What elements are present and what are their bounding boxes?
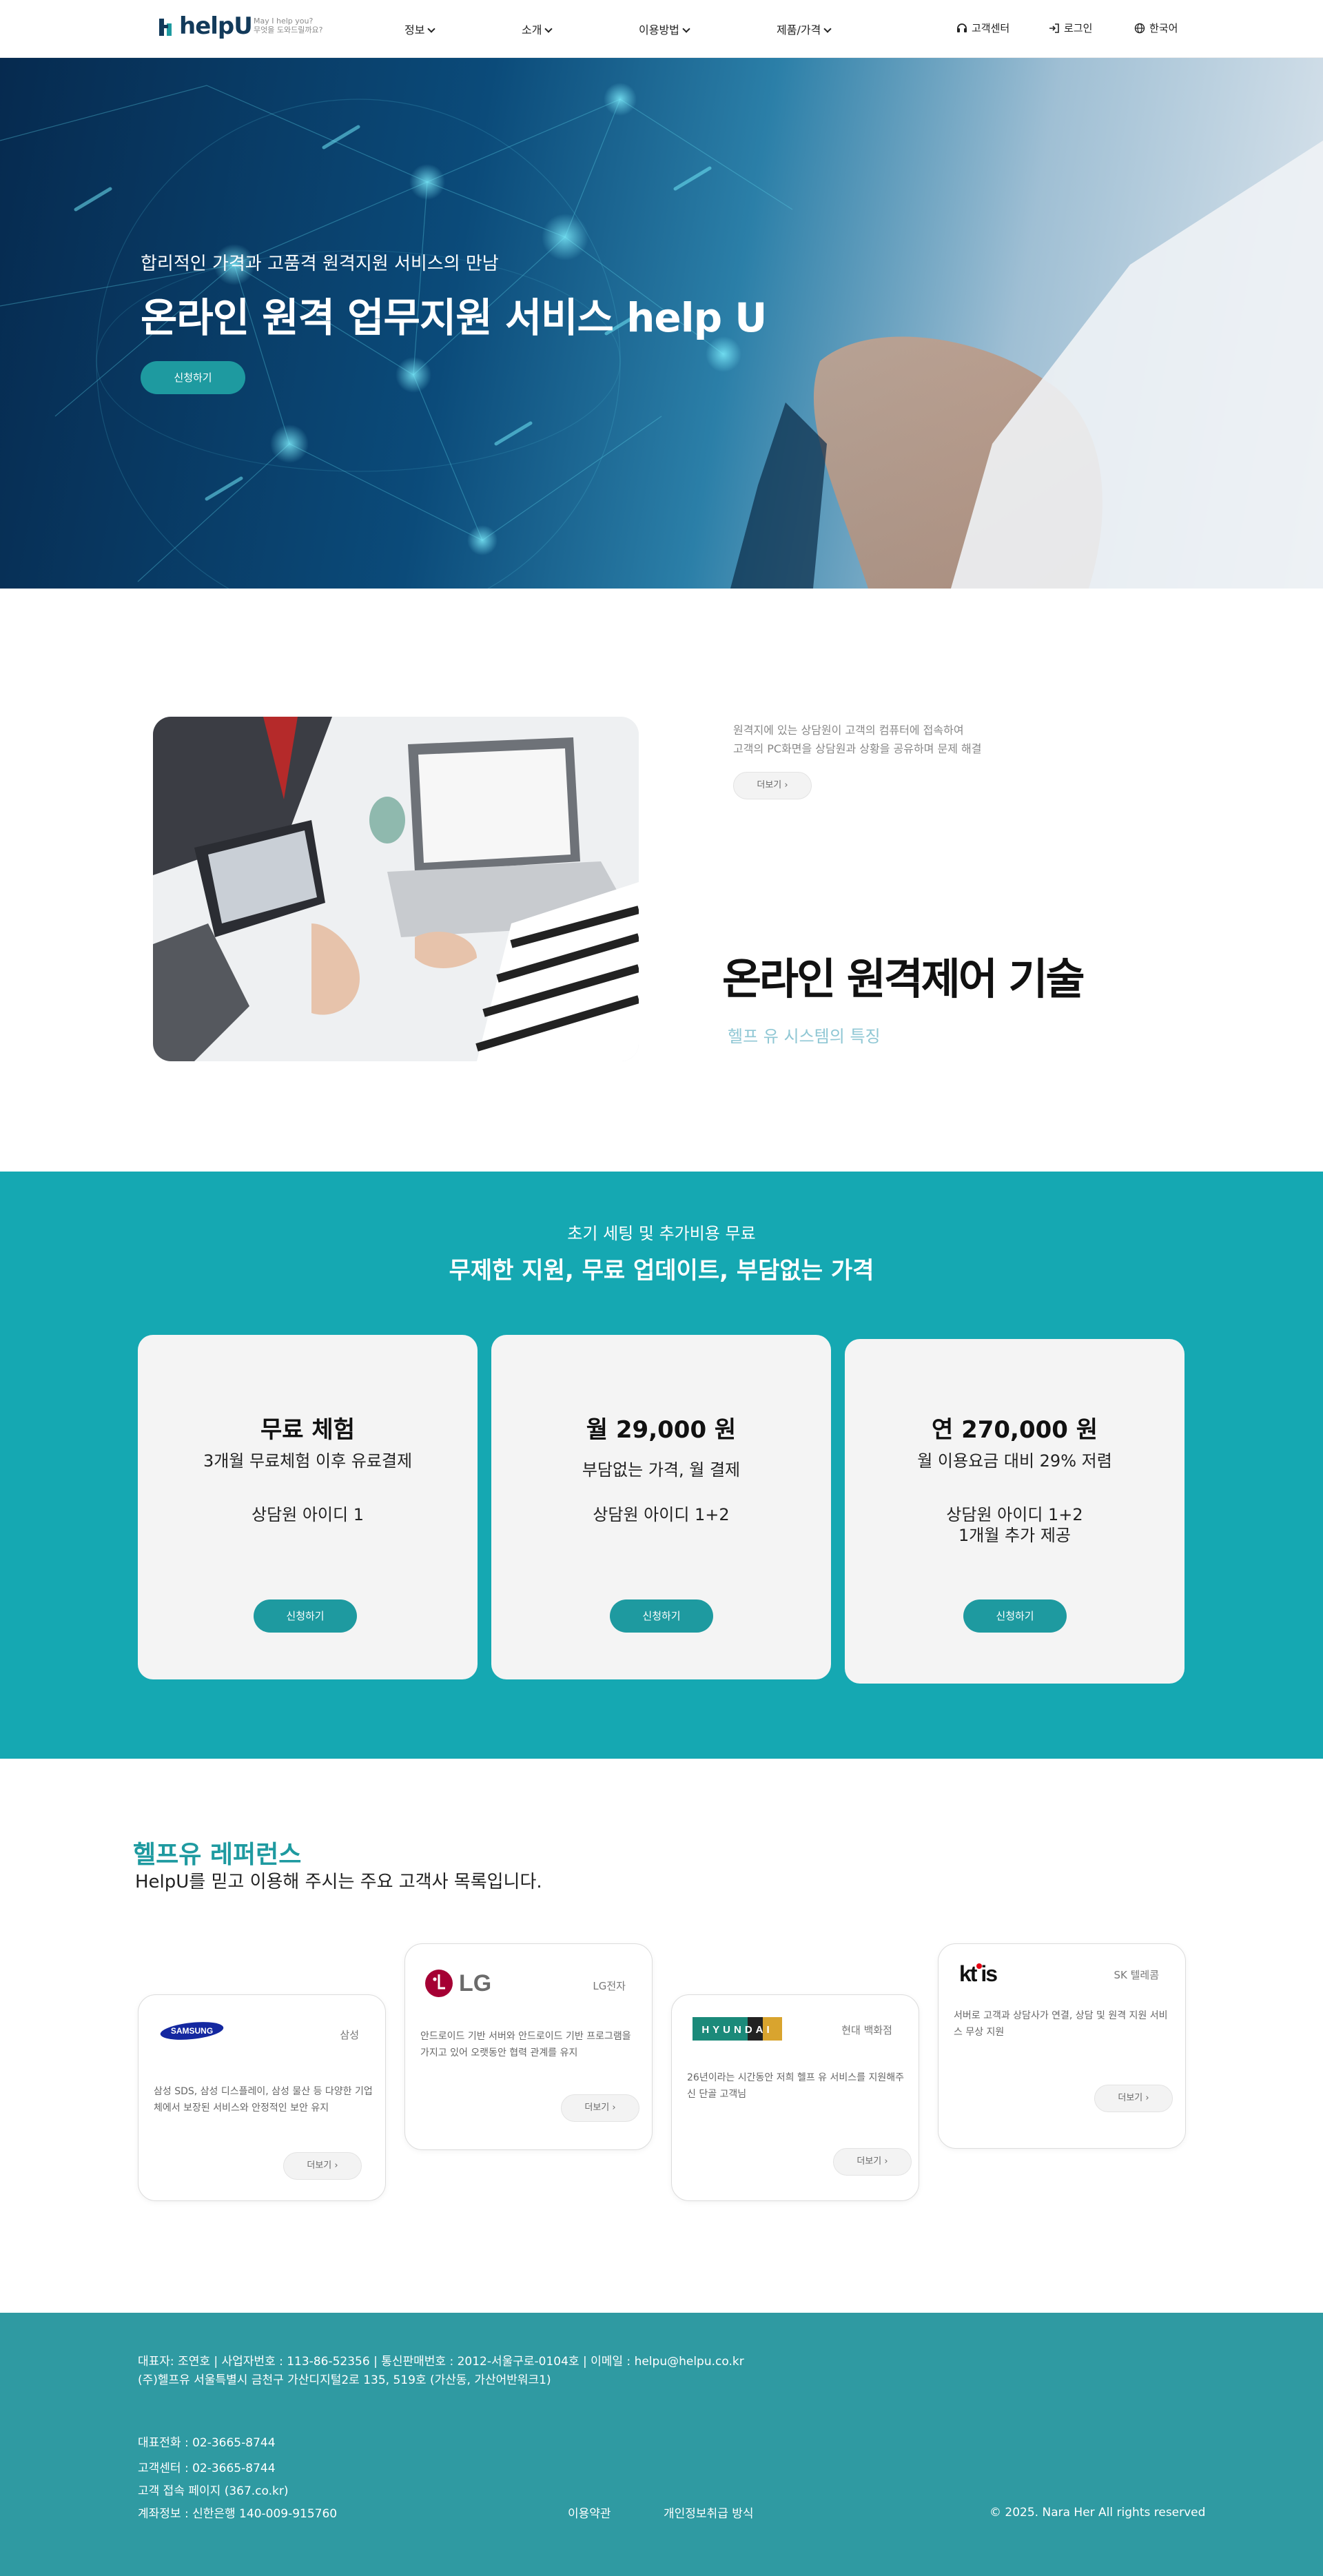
chevron-down-icon (823, 25, 832, 33)
feature-description: 원격지에 있는 상담원이 고객의 컴퓨터에 접속하여 고객의 PC화면을 상담원… (733, 724, 982, 755)
plan-line: 부담없는 가격, 월 결제 (582, 1460, 741, 1480)
plan-apply-button[interactable]: 신청하기 (963, 1599, 1067, 1633)
plan-title: 연 270,000 원 (931, 1416, 1098, 1444)
hero-subtitle: 합리적인 가격과 고품격 원격지원 서비스의 만남 (141, 254, 499, 274)
chevron-right-icon: › (334, 2160, 338, 2171)
plan-apply-button[interactable]: 신청하기 (610, 1599, 713, 1633)
client-description: 삼성 SDS, 삼성 디스플레이, 삼성 물산 등 다양한 기업체에서 보장된 … (154, 2086, 373, 2114)
pricing-card-monthly: 월 29,000 원 부담없는 가격, 월 결제 상담원 아이디 1+2 신청하… (491, 1335, 831, 1679)
client-name: SK 텔레콤 (1114, 1969, 1159, 1981)
client-name: 삼성 (340, 2029, 359, 2041)
feature-subtitle: 헬프 유 시스템의 특징 (728, 1027, 881, 1046)
plan-line: 월 이용요금 대비 29% 저렴 (917, 1451, 1112, 1471)
plan-apply-button[interactable]: 신청하기 (254, 1599, 357, 1633)
client-name: 현대 백화점 (841, 2024, 892, 2036)
kt-is-logo: kt is (959, 1961, 998, 1986)
company-address: (주)헬프유 서울특별시 금천구 가산디지털2로 135, 519호 (가산동,… (138, 2373, 551, 2387)
nav-item-info[interactable]: 정보 (404, 21, 436, 37)
plan-title: 월 29,000 원 (586, 1416, 737, 1444)
chevron-right-icon: › (884, 2156, 888, 2167)
client-card-samsung: SAMSUNG 삼성 삼성 SDS, 삼성 디스플레이, 삼성 물산 등 다양한… (138, 1994, 386, 2201)
nav-item-about[interactable]: 소개 (522, 21, 553, 37)
nav-item-products[interactable]: 제품/가격 (777, 21, 832, 37)
feature-title: 온라인 원격제어 기술 (722, 954, 1085, 1004)
client-more-button[interactable]: 더보기 › (283, 2152, 362, 2180)
plan-line: 1개월 추가 제공 (958, 1526, 1071, 1545)
client-card-kt-is: kt is SK 텔레콤 서버로 고객과 상담사가 연결, 상담 및 원격 지원… (938, 1943, 1186, 2149)
client-description: 서버로 고객과 상담사가 연결, 상담 및 원격 지원 서비스 무상 지원 (954, 2010, 1168, 2038)
site-header: helpU May I help you? 무엇을 도와드릴까요? 정보 소개 … (0, 0, 1323, 58)
plan-line: 3개월 무료체험 이후 유료결제 (203, 1451, 413, 1471)
client-more-button[interactable]: 더보기 › (1094, 2085, 1173, 2112)
privacy-link[interactable]: 개인정보취급 방식 (664, 2505, 754, 2524)
client-card-lg: LG LG전자 안드로이드 기반 서버와 안드로이드 기반 프로그램을 가지고 … (404, 1943, 653, 2150)
plan-line: 상담원 아이디 1+2 (946, 1505, 1083, 1524)
language-selector[interactable]: 한국어 (1134, 21, 1178, 35)
feature-photo (153, 717, 639, 1061)
terms-link[interactable]: 이용약관 (568, 2505, 611, 2524)
logo-tagline: May I help you? 무엇을 도와드릴까요? (254, 17, 323, 34)
client-more-button[interactable]: 더보기 › (561, 2094, 639, 2122)
hyundai-logo: HYUNDAI (693, 2017, 782, 2041)
chevron-down-icon (682, 25, 690, 33)
plan-title: 무료 체험 (260, 1416, 355, 1444)
svg-text:SAMSUNG: SAMSUNG (171, 2026, 213, 2036)
customer-access-link[interactable]: 고객 접속 페이지 (367.co.kr) (138, 2482, 289, 2501)
hero-banner: 합리적인 가격과 고품격 원격지원 서비스의 만남 온라인 원격 업무지원 서비… (0, 58, 1323, 589)
globe-icon (1134, 23, 1145, 34)
svg-text:LG: LG (459, 1970, 491, 1996)
client-card-hyundai: HYUNDAI 현대 백화점 26년이라는 시간동안 저희 헬프 유 서비스를 … (671, 1994, 919, 2201)
hero-title: 온라인 원격 업무지원 서비스 help U (141, 294, 767, 341)
logo-mark-icon (159, 19, 172, 36)
company-info: 대표자: 조연호 | 사업자번호 : 113-86-52356 | 통신판매번호… (138, 2355, 744, 2369)
client-description: 26년이라는 시간동안 저희 헬프 유 서비스를 지원해주신 단골 고객님 (687, 2072, 904, 2100)
copyright: © 2025. Nara Her All rights reserved (989, 2506, 1206, 2519)
login-icon (1049, 23, 1059, 33)
chevron-right-icon: › (612, 2103, 616, 2113)
meeting-laptop-image (153, 717, 639, 1061)
login-link[interactable]: 로그인 (1049, 21, 1092, 35)
support-phone: 고객센터 : 02-3665-8744 (138, 2462, 276, 2475)
bank-account: 계좌정보 : 신한은행 140-009-915760 (138, 2507, 338, 2521)
hero-apply-button[interactable]: 신청하기 (141, 361, 245, 394)
nav-item-usage[interactable]: 이용방법 (639, 21, 690, 37)
pricing-title: 무제한 지원, 무료 업데이트, 부담없는 가격 (449, 1257, 874, 1285)
headset-icon (957, 23, 967, 32)
references-title: 헬프유 레퍼런스 (133, 1841, 302, 1869)
main-phone: 대표전화 : 02-3665-8744 (138, 2436, 276, 2450)
feature-more-button[interactable]: 더보기 › (733, 772, 812, 799)
logo[interactable]: helpU May I help you? 무엇을 도와드릴까요? (0, 0, 331, 58)
chevron-down-icon (427, 25, 436, 33)
samsung-logo: SAMSUNG (160, 2022, 224, 2040)
pricing-card-free: 무료 체험 3개월 무료체험 이후 유료결제 상담원 아이디 1 신청하기 (138, 1335, 478, 1679)
logo-text: helpU (179, 12, 253, 40)
client-more-button[interactable]: 더보기 › (833, 2148, 912, 2176)
plan-line: 상담원 아이디 1+2 (593, 1505, 730, 1524)
lg-logo: LG (425, 1970, 491, 1997)
chevron-right-icon: › (1145, 2093, 1149, 2103)
svg-text:HYUNDAI: HYUNDAI (701, 2024, 772, 2036)
client-description: 안드로이드 기반 서버와 안드로이드 기반 프로그램을 가지고 있어 오랫동안 … (420, 2031, 631, 2058)
pricing-card-yearly: 연 270,000 원 월 이용요금 대비 29% 저렴 상담원 아이디 1+2… (845, 1339, 1184, 1684)
references-subtitle: HelpU를 믿고 이용해 주시는 주요 고객사 목록입니다. (135, 1872, 542, 1892)
plan-line: 상담원 아이디 1 (251, 1505, 364, 1524)
site-footer: 대표자: 조연호 | 사업자번호 : 113-86-52356 | 통신판매번호… (0, 2313, 1323, 2576)
chevron-down-icon (544, 25, 553, 33)
chevron-right-icon: › (784, 780, 788, 790)
pricing-subtitle: 초기 세팅 및 추가비용 무료 (567, 1224, 756, 1243)
client-name: LG전자 (593, 1980, 626, 1992)
support-link[interactable]: 고객센터 (956, 21, 1009, 35)
